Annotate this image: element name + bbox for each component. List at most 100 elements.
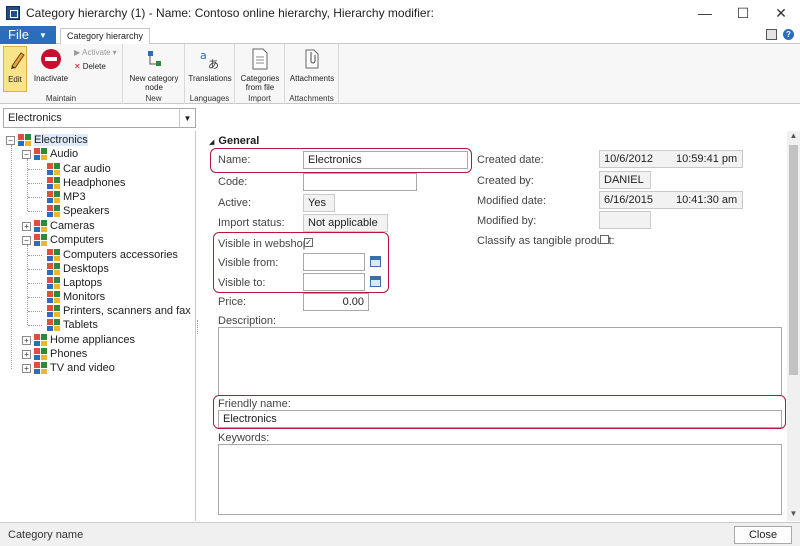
keywords-textarea[interactable] xyxy=(218,444,782,515)
expand-icon[interactable]: + xyxy=(22,335,31,345)
expand-icon[interactable]: + xyxy=(22,349,31,359)
tree-node-laptops[interactable]: Laptops xyxy=(47,276,102,290)
tangible-checkbox[interactable] xyxy=(600,235,609,244)
tree-node-electronics[interactable]: − Electronics xyxy=(6,133,88,147)
hierarchy-select[interactable]: Electronics ▼ xyxy=(3,108,196,128)
attachments-button[interactable]: Attachments xyxy=(288,46,336,83)
tree-node-label: Electronics xyxy=(34,134,88,146)
section-header-general[interactable]: ◢ General xyxy=(209,135,259,147)
collapse-triangle-icon: ◢ xyxy=(209,139,215,146)
tab-category-hierarchy[interactable]: Category hierarchy xyxy=(60,28,151,45)
edit-label: Edit xyxy=(8,75,22,84)
app-icon xyxy=(6,6,20,20)
category-icon xyxy=(47,319,60,331)
pencil-icon xyxy=(4,47,30,73)
tree-node-headphones[interactable]: Headphones xyxy=(47,176,125,190)
collapse-icon[interactable]: − xyxy=(22,235,31,245)
scroll-thumb[interactable] xyxy=(789,145,798,375)
tree-node-label: Speakers xyxy=(63,205,110,217)
created-date-label: Created date: xyxy=(477,154,544,166)
tree-node-computers[interactable]: − Computers xyxy=(22,233,104,247)
calendar-icon[interactable] xyxy=(370,256,381,267)
expand-icon[interactable]: + xyxy=(22,221,31,231)
friendly-name-label: Friendly name: xyxy=(218,398,291,410)
delete-button[interactable]: ✕ Delete xyxy=(74,62,106,71)
tree-node-cameras[interactable]: + Cameras xyxy=(22,219,95,233)
tree-node-label: Desktops xyxy=(63,263,109,275)
activate-button[interactable]: ▶ Activate ▾ xyxy=(74,48,117,57)
svg-text:あ: あ xyxy=(208,58,219,70)
visible-webshop-checkbox[interactable]: ✓ xyxy=(304,238,313,247)
friendly-name-field[interactable]: Electronics xyxy=(218,410,782,428)
tree-node-tablets[interactable]: Tablets xyxy=(47,318,98,332)
translations-label: Translations xyxy=(188,74,232,83)
tree-node-speakers[interactable]: Speakers xyxy=(47,204,109,218)
group-label-languages: Languages xyxy=(189,94,230,103)
tree-node-tv-video[interactable]: + TV and video xyxy=(22,361,115,375)
category-icon xyxy=(47,291,60,303)
inactivate-button[interactable]: Inactivate xyxy=(32,46,70,83)
tree-line xyxy=(28,211,42,212)
tree-node-car-audio[interactable]: Car audio xyxy=(47,162,111,176)
category-icon xyxy=(47,305,60,317)
categories-from-file-button[interactable]: Categories from file xyxy=(238,46,282,92)
new-category-node-button[interactable]: New category node xyxy=(127,46,181,92)
category-icon xyxy=(47,277,60,289)
tree-node-label: Headphones xyxy=(63,177,126,189)
tree-node-phones[interactable]: + Phones xyxy=(22,347,87,361)
collapse-icon[interactable]: − xyxy=(22,149,31,159)
tree-node-monitors[interactable]: Monitors xyxy=(47,290,105,304)
tree-node-label: Laptops xyxy=(63,277,103,289)
maximize-button[interactable]: ☐ xyxy=(724,0,762,26)
edit-button[interactable]: Edit xyxy=(3,46,27,92)
tree-node-label: Printers, scanners and fax xyxy=(63,305,191,317)
close-window-button[interactable]: ✕ xyxy=(762,0,800,26)
ribbon: Edit Inactivate ▶ Activate ▾ ✕ Delete Maint… xyxy=(0,44,800,104)
form-scrollbar[interactable]: ▲ ▼ xyxy=(787,131,800,521)
window-layout-icon[interactable] xyxy=(766,29,777,40)
visible-from-field[interactable] xyxy=(303,253,365,271)
collapse-icon[interactable]: − xyxy=(6,135,15,145)
categories-from-file-label: Categories from file xyxy=(240,74,280,92)
status-text: Category name xyxy=(8,529,84,541)
category-tree: − Electronics − Audio Car audio Headphon… xyxy=(0,131,196,521)
chevron-down-icon[interactable]: ▼ xyxy=(179,109,195,127)
tree-node-label: Home appliances xyxy=(50,334,135,346)
translations-button[interactable]: aあ Translations xyxy=(187,46,233,83)
active-label: Active: xyxy=(218,197,252,209)
title-bar: Category hierarchy (1) - Name: Contoso o… xyxy=(0,0,800,26)
created-date-value: 10/6/2012 xyxy=(604,153,653,165)
name-label: Name: xyxy=(218,154,251,166)
code-field[interactable] xyxy=(303,173,417,191)
tree-node-printers[interactable]: Printers, scanners and fax xyxy=(47,304,191,318)
tree-node-label: Computers xyxy=(50,234,104,246)
help-icon[interactable]: ? xyxy=(783,29,794,40)
active-field: Yes xyxy=(303,194,335,212)
general-form: ◢ General Name: Electronics Code: Active:… xyxy=(201,131,786,521)
price-label: Price: xyxy=(218,296,247,308)
minimize-button[interactable]: — xyxy=(686,0,724,26)
price-field[interactable]: 0.00 xyxy=(303,293,369,311)
play-icon: ▶ xyxy=(74,48,81,57)
tree-node-mp3[interactable]: MP3 xyxy=(47,190,86,204)
tree-node-audio[interactable]: − Audio xyxy=(22,147,78,161)
name-field[interactable]: Electronics xyxy=(303,151,468,169)
file-tab[interactable]: File ▼ xyxy=(0,26,56,44)
tree-node-desktops[interactable]: Desktops xyxy=(47,262,109,276)
category-icon xyxy=(47,163,60,175)
calendar-icon[interactable] xyxy=(370,276,381,287)
scroll-up-icon[interactable]: ▲ xyxy=(787,131,800,143)
category-icon xyxy=(47,249,60,261)
category-icon xyxy=(34,334,47,346)
visible-to-field[interactable] xyxy=(303,273,365,291)
tangible-label: Classify as tangible product: xyxy=(477,235,615,247)
close-button[interactable]: Close xyxy=(734,526,792,544)
tree-node-home-appliances[interactable]: + Home appliances xyxy=(22,333,135,347)
description-textarea[interactable] xyxy=(218,327,782,396)
dropdown-arrow-icon: ▾ xyxy=(112,48,117,57)
expand-icon[interactable]: + xyxy=(22,363,31,373)
tree-line xyxy=(28,169,42,170)
tree-node-computers-accessories[interactable]: Computers accessories xyxy=(47,248,178,262)
pane-splitter[interactable] xyxy=(197,320,199,334)
scroll-down-icon[interactable]: ▼ xyxy=(787,509,800,521)
